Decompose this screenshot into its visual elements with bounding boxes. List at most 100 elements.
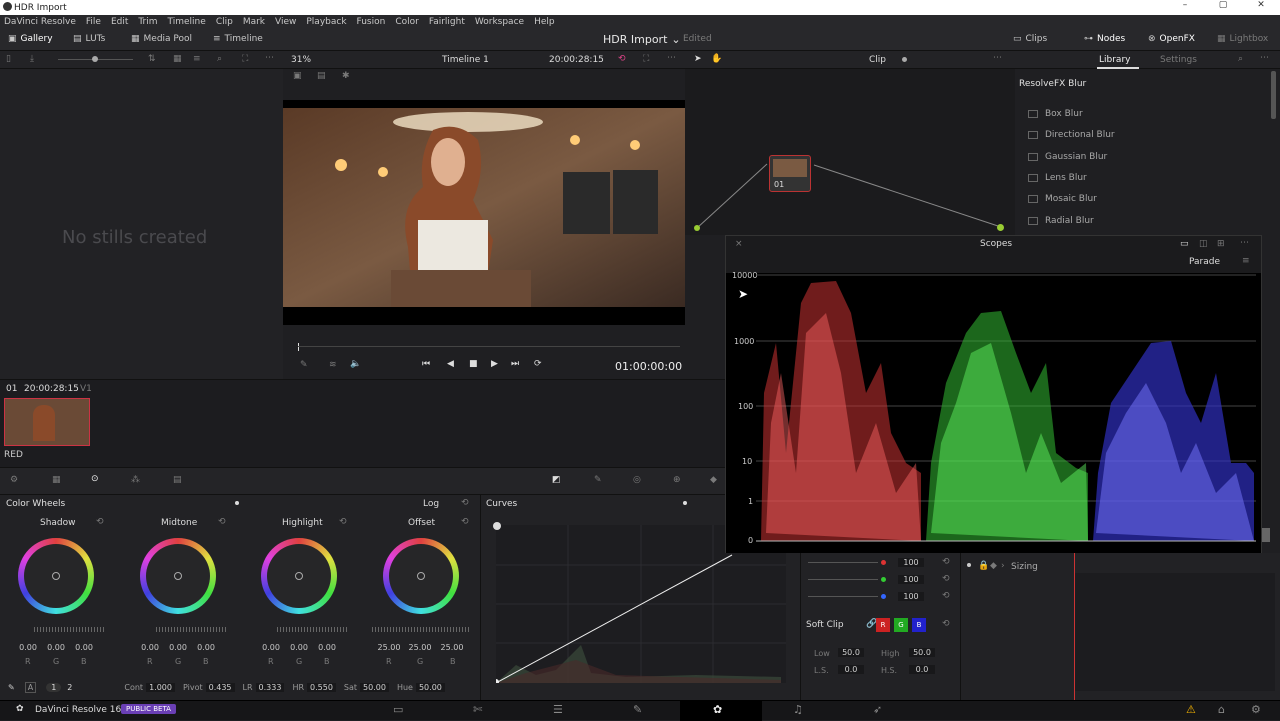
menu-file[interactable]: File — [86, 17, 101, 27]
search-icon[interactable]: ⌕ — [217, 54, 222, 64]
play-icon[interactable]: ▶ — [491, 359, 498, 369]
loop-playback-icon[interactable]: ⟳ — [534, 359, 542, 369]
viewer-fullscreen-icon[interactable]: ⛶ — [643, 54, 649, 64]
channel-value-r[interactable]: 100 — [898, 558, 924, 567]
timeline-selector[interactable]: Timeline 1 — [442, 55, 489, 65]
menu-edit[interactable]: Edit — [111, 17, 128, 27]
sat-field[interactable]: 50.00 — [360, 682, 389, 692]
node-more-icon[interactable]: ⋯ — [993, 53, 1002, 63]
node-editor[interactable]: 01 — [685, 69, 1015, 235]
wheel-offset-handle[interactable] — [417, 572, 425, 580]
offset-g[interactable]: 25.00 — [405, 643, 435, 654]
channel-slider-r[interactable] — [808, 562, 878, 563]
import-icon[interactable]: ⤓ — [30, 54, 34, 64]
luts-button[interactable]: ▤ LUTs — [73, 34, 105, 44]
pivot-field[interactable]: 0.435 — [205, 682, 235, 692]
menu-view[interactable]: View — [275, 17, 296, 27]
lightbox-button[interactable]: ▦ Lightbox — [1217, 34, 1268, 44]
channel-slider-g[interactable] — [808, 579, 878, 580]
zoom-level[interactable]: 31% — [291, 55, 311, 65]
midtone-r[interactable]: 0.00 — [136, 643, 164, 654]
shadow-b[interactable]: 0.00 — [70, 643, 98, 654]
wheel-midtone-reset-icon[interactable]: ⟲ — [218, 517, 226, 527]
play-reverse-icon[interactable]: ◀ — [447, 359, 454, 369]
viewer-more-icon[interactable]: ⋯ — [667, 53, 676, 63]
library-search-icon[interactable]: ⌕ — [1238, 54, 1243, 64]
wheel-midtone-master[interactable] — [156, 627, 226, 632]
tab-library[interactable]: Library — [1099, 55, 1130, 65]
tab-settings[interactable]: Settings — [1160, 55, 1197, 65]
ls-field[interactable]: 0.0 — [838, 665, 864, 674]
reset-r-icon[interactable]: ⟲ — [942, 557, 950, 567]
shadow-r[interactable]: 0.00 — [14, 643, 42, 654]
wheel-shadow-master[interactable] — [34, 627, 104, 632]
menu-mark[interactable]: Mark — [243, 17, 265, 27]
dual-scope-icon[interactable]: ◫ — [1199, 239, 1208, 249]
maximize-button[interactable]: ▢ — [1204, 0, 1242, 10]
home-icon[interactable]: ⌂ — [1218, 703, 1225, 716]
window-icon[interactable]: ◎ — [633, 475, 641, 485]
menu-playback[interactable]: Playback — [306, 17, 346, 27]
low-field[interactable]: 50.0 — [838, 648, 864, 657]
softclip-g-toggle[interactable]: G — [894, 618, 908, 632]
reset-all-icon[interactable]: ⟲ — [461, 498, 469, 508]
hand-tool-icon[interactable]: ✋ — [711, 54, 722, 64]
scrubber-bar[interactable] — [298, 346, 680, 347]
wheel-offset[interactable] — [383, 538, 459, 614]
menu-help[interactable]: Help — [534, 17, 555, 27]
right-scrollbar-thumb[interactable] — [1262, 528, 1270, 542]
single-scope-icon[interactable]: ▭ — [1180, 239, 1189, 249]
wheel-shadow-handle[interactable] — [52, 572, 60, 580]
wheel-highlight-master[interactable] — [277, 627, 347, 632]
clips-button[interactable]: ▭ Clips — [1013, 34, 1047, 44]
project-title[interactable]: HDR Import ⌄ — [603, 33, 681, 46]
qualifier-icon[interactable]: ✎ — [594, 475, 602, 485]
softclip-b-toggle[interactable]: B — [912, 618, 926, 632]
openfx-button[interactable]: ⊗ OpenFX — [1148, 34, 1195, 44]
offset-b[interactable]: 25.00 — [437, 643, 467, 654]
menu-workspace[interactable]: Workspace — [475, 17, 524, 27]
hs-field[interactable]: 0.0 — [909, 665, 935, 674]
volume-icon[interactable]: 🔈 — [350, 359, 361, 369]
clip-thumbnail[interactable] — [4, 398, 90, 446]
menu-davinci[interactable]: DaVinci Resolve — [4, 17, 76, 27]
menu-trim[interactable]: Trim — [138, 17, 157, 27]
wheel-offset-master[interactable] — [372, 627, 470, 632]
highlight-r[interactable]: 0.00 — [257, 643, 285, 654]
deliver-page-icon[interactable]: ➶ — [873, 703, 882, 716]
highlight-b[interactable]: 0.00 — [313, 643, 341, 654]
layers-icon[interactable]: ≋ — [329, 360, 337, 370]
warning-icon[interactable]: ⚠ — [1186, 703, 1196, 716]
video-frame[interactable] — [283, 100, 685, 317]
midtone-b[interactable]: 0.00 — [192, 643, 220, 654]
blur-icon[interactable]: ◆ — [710, 475, 717, 485]
stop-icon[interactable]: ■ — [469, 359, 478, 369]
edit-page-icon[interactable]: ☰ — [553, 703, 563, 716]
media-page-icon[interactable]: ▭ — [393, 703, 403, 716]
more-options-icon[interactable]: ⋯ — [265, 53, 274, 63]
midtone-g[interactable]: 0.00 — [164, 643, 192, 654]
menu-clip[interactable]: Clip — [216, 17, 233, 27]
library-scrollbar[interactable] — [1271, 71, 1276, 119]
scope-settings-icon[interactable]: ≡ — [1242, 256, 1250, 266]
scopes-more-icon[interactable]: ⋯ — [1240, 238, 1249, 248]
fx-mosaic-blur[interactable]: Mosaic Blur — [1028, 194, 1097, 204]
offset-r[interactable]: 25.00 — [374, 643, 404, 654]
list-view-icon[interactable]: ≡ — [193, 54, 201, 64]
wipe-icon[interactable]: ▤ — [317, 71, 326, 81]
contrast-field[interactable]: 1.000 — [146, 682, 175, 692]
curves-icon[interactable]: ◩ — [552, 475, 561, 485]
fx-lens-blur[interactable]: Lens Blur — [1028, 173, 1087, 183]
nodes-button[interactable]: ⊶ Nodes — [1084, 34, 1125, 44]
fx-directional-blur[interactable]: Directional Blur — [1028, 130, 1115, 140]
wheel-highlight-handle[interactable] — [295, 572, 303, 580]
highlight-icon[interactable]: ✱ — [342, 71, 350, 81]
curve-top-handle[interactable] — [493, 522, 501, 530]
color-wheels-icon[interactable]: ⊙ — [91, 474, 99, 484]
node-input[interactable] — [694, 225, 700, 231]
wheel-midtone-handle[interactable] — [174, 572, 182, 580]
fairlight-page-icon[interactable]: ♫ — [793, 703, 803, 716]
pointer-tool-icon[interactable]: ➤ — [694, 54, 702, 64]
playhead[interactable] — [298, 343, 299, 351]
color-page-icon[interactable]: ✿ — [713, 703, 722, 716]
